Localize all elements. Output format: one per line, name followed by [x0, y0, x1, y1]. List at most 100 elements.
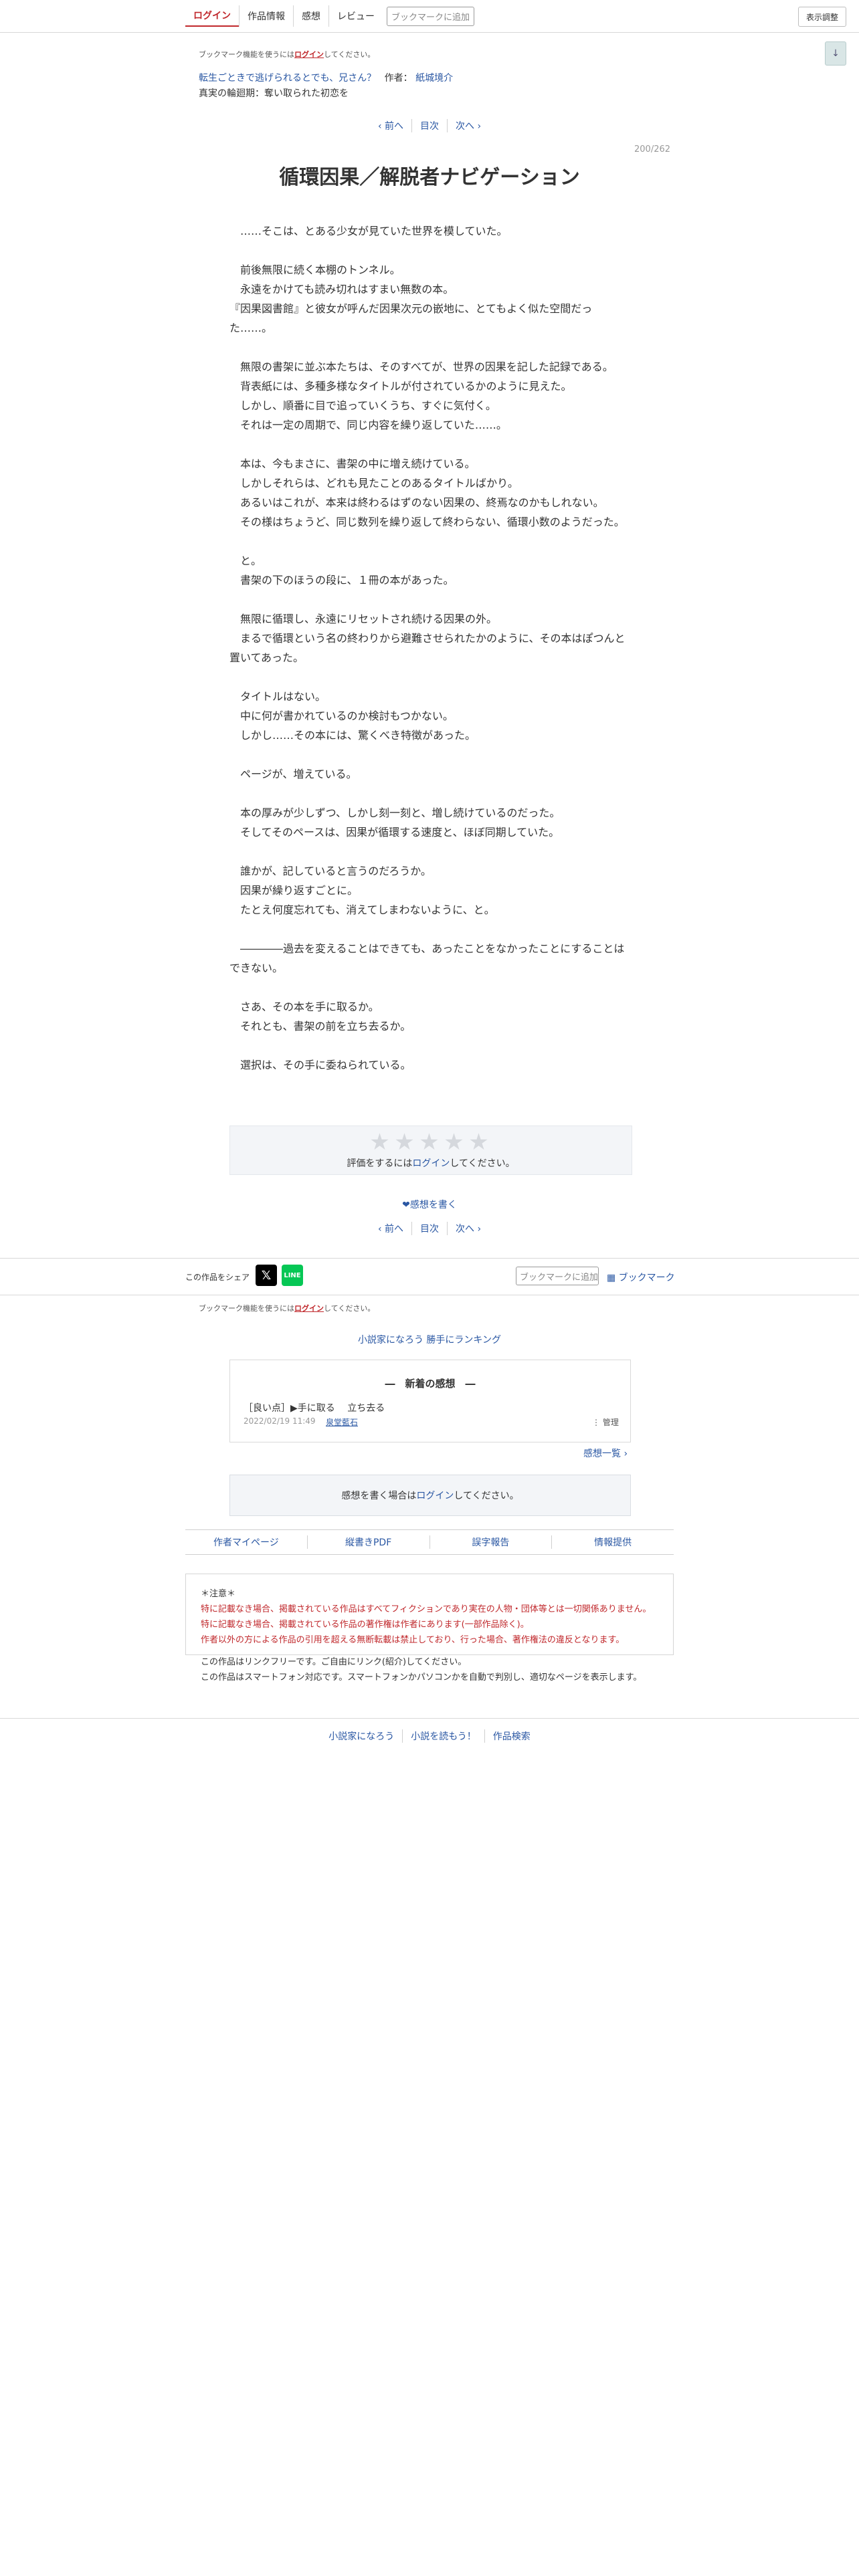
body-line: あるいはこれが、本来は終わるはずのない因果の、終焉なのかもしれない。	[229, 496, 604, 509]
chapter-title: 循環因果／解脱者ナビゲーション	[279, 166, 580, 189]
body-line: それとも、書架の前を立ち去るか。	[229, 1020, 411, 1033]
impression-author-link[interactable]: 泉堂藍石	[326, 1416, 358, 1428]
body-line: 本は、今もまさに、書架の中に増え続けている。	[229, 457, 476, 470]
star-icon[interactable]: ★	[442, 1129, 466, 1156]
body-line	[229, 1036, 631, 1055]
body-line: 前後無限に続く本棚のトンネル。	[229, 263, 401, 276]
bookmark-link[interactable]: ▦ ブックマーク	[607, 1271, 675, 1284]
impression-text: ［良い点］▶手に取る 立ち去る	[244, 1403, 385, 1414]
impressions-list-link[interactable]: 感想一覧 ›	[583, 1446, 628, 1460]
share-bookmark-button[interactable]: ブックマークに追加	[516, 1267, 599, 1285]
body-line: 選択は、その手に委ねられている。	[229, 1059, 411, 1071]
rating-message: 評価をするにはログインしてください。	[347, 1158, 515, 1169]
narou-link[interactable]: 小説家になろう	[320, 1729, 402, 1743]
notice-red-line: 特に記載なき場合、掲載されている作品はすべてフィクションであり実在の人物・団体等…	[201, 1604, 652, 1614]
body-line: まるで循環という名の終わりから避難させられたかのように、その本はぽつんと置いてあ…	[229, 632, 626, 664]
x-share-icon[interactable]: 𝕏	[256, 1265, 277, 1286]
body-line	[229, 532, 631, 551]
next-link[interactable]: 次へ ›	[447, 1222, 489, 1235]
notice-red-line: 作者以外の方による作品の引用を超える無断転載は禁止しており、行った場合、著作権法…	[201, 1635, 625, 1645]
scroll-down-icon[interactable]: ↓	[825, 41, 846, 66]
body-line	[229, 920, 631, 939]
yomou-link[interactable]: 小説を読もう！	[402, 1729, 484, 1743]
rating-stars: ★ ★ ★ ★ ★	[367, 1129, 491, 1156]
info-report-link[interactable]: 情報提供	[551, 1535, 674, 1549]
series-title-link[interactable]: 転生ごときで逃げられるとでも、兄さん？	[199, 73, 376, 84]
toc-link[interactable]: 目次	[411, 1222, 447, 1235]
nav-work-info[interactable]: 作品情報	[239, 5, 293, 27]
star-icon[interactable]: ★	[392, 1129, 417, 1156]
site-header: ログイン 作品情報 感想 レビュー ブックマークに追加 表示調整	[0, 0, 859, 33]
body-line: 因果が繰り返すごとに。	[229, 884, 359, 897]
chapter-body: ……そこは、とある少女が見ていた世界を模していた。 前後無限に続く本棚のトンネル…	[229, 221, 631, 1075]
vertical-pdf-link[interactable]: 縦書きPDF	[306, 1535, 430, 1549]
star-icon[interactable]: ★	[417, 1129, 442, 1156]
share-bar: この作品をシェア 𝕏 LINE ブックマークに追加 ▦ ブックマーク	[0, 1258, 859, 1295]
body-line: 無限に循環し、永遠にリセットされ続ける因果の外。	[229, 613, 498, 625]
nav-reviews[interactable]: レビュー	[328, 5, 383, 27]
body-line: ページが、増えている。	[229, 768, 357, 780]
work-footer-links: 作者マイページ 縦書きPDF 誤字報告 情報提供	[185, 1529, 674, 1555]
page-counter: 200/262	[634, 144, 671, 154]
author-label: 作者：	[384, 73, 413, 84]
write-impression-box: 感想を書く場合は ログイン してください。	[229, 1475, 631, 1516]
typo-report-link[interactable]: 誤字報告	[429, 1535, 552, 1549]
author-link[interactable]: 紙城境介	[415, 73, 453, 84]
star-icon[interactable]: ★	[466, 1129, 491, 1156]
body-line: ……そこは、とある少女が見ていた世界を模していた。	[229, 225, 508, 237]
body-line	[229, 978, 631, 997]
body-line	[229, 590, 631, 609]
body-line: 中に何が書かれているのか検討もつかない。	[229, 710, 454, 722]
body-line: タイトルはない。	[229, 690, 326, 703]
body-line	[229, 667, 631, 687]
body-line: 本の厚みが少しずつ、しかし刻一刻と、増し続けているのだった。	[229, 807, 561, 819]
header-nav: ログイン 作品情報 感想 レビュー ブックマークに追加	[185, 5, 475, 27]
bookmark-notice-top: ブックマーク機能を使うにはログインしてください。	[199, 50, 375, 59]
toc-link[interactable]: 目次	[411, 119, 447, 132]
next-link[interactable]: 次へ ›	[447, 119, 489, 132]
pager-top: ‹ 前へ 目次 次へ ›	[0, 119, 859, 132]
body-line: そしてそのペースは、因果が循環する速度と、ほぼ同期していた。	[229, 826, 560, 839]
ranking-link[interactable]: 小説家になろう 勝手にランキング	[0, 1333, 859, 1346]
body-line: 無限の書架に並ぶ本たちは、そのすべてが、世界の因果を記した記録である。	[229, 360, 613, 373]
site-footer-links: 小説家になろう 小説を読もう！ 作品検索	[0, 1718, 859, 1743]
body-line	[229, 241, 631, 260]
chapter-group: 真実の輪廻期：奪い取られた初恋を	[199, 88, 349, 99]
notice-red-line: 特に記載なき場合、掲載されている作品の著作権は作者にあります(一部作品除く)。	[201, 1620, 529, 1630]
prev-link[interactable]: ‹ 前へ	[370, 1222, 411, 1235]
body-line: しかしそれらは、どれも見たことのあるタイトルばかり。	[229, 477, 518, 490]
notice-login-link[interactable]: ログイン	[294, 50, 324, 59]
body-line: と。	[229, 554, 262, 567]
impressions-heading: ― 新着の感想 ―	[385, 1378, 476, 1390]
body-line: しかし……その本には、驚くべき特徴があった。	[229, 729, 476, 742]
search-link[interactable]: 作品検索	[484, 1729, 539, 1743]
body-line: その様はちょうど、同じ数列を繰り返して終わらない、循環小数のようだった。	[229, 516, 625, 528]
author-mypage-link[interactable]: 作者マイページ	[185, 1535, 307, 1549]
notice-box: ＊注意＊ 特に記載なき場合、掲載されている作品はすべてフィクションであり実在の人…	[185, 1574, 674, 1683]
nav-impressions[interactable]: 感想	[293, 5, 328, 27]
rating-box: ★ ★ ★ ★ ★ 評価をするにはログインしてください。	[229, 1125, 632, 1175]
body-line	[229, 842, 631, 861]
series-info: 転生ごときで逃げられるとでも、兄さん？ 作者： 紙城境介	[199, 71, 453, 84]
impression-manage-button[interactable]: ⋮ 管理	[592, 1416, 619, 1428]
body-line: 永遠をかけても読み切れはすまい無数の本。	[229, 283, 454, 296]
rating-login-link[interactable]: ログイン	[412, 1158, 450, 1169]
body-line: 誰かが、記していると言うのだろうか。	[229, 865, 432, 877]
body-line: それは一定の周期で、同じ内容を繰り返していた……。	[229, 419, 507, 431]
notice-title: ＊注意＊	[201, 1589, 236, 1599]
share-label: この作品をシェア	[185, 1273, 250, 1282]
body-line	[229, 784, 631, 803]
display-settings-button[interactable]: 表示調整	[798, 7, 846, 27]
line-share-icon[interactable]: LINE	[282, 1265, 303, 1286]
body-line	[229, 435, 631, 454]
bookmark-notice-bottom: ブックマーク機能を使うにはログインしてください。	[199, 1304, 375, 1313]
notice-login-link[interactable]: ログイン	[294, 1304, 324, 1313]
body-line	[229, 338, 631, 357]
prev-link[interactable]: ‹ 前へ	[370, 119, 411, 132]
star-icon[interactable]: ★	[367, 1129, 392, 1156]
notice-line: この作品はスマートフォン対応です。スマートフォンかパソコンかを自動で判別し、適切…	[201, 1673, 642, 1683]
nav-login[interactable]: ログイン	[185, 5, 239, 27]
write-impression-link[interactable]: ❤感想を書く	[0, 1198, 859, 1211]
header-bookmark-button[interactable]: ブックマークに追加	[387, 6, 475, 26]
write-login-link[interactable]: ログイン	[416, 1489, 454, 1502]
